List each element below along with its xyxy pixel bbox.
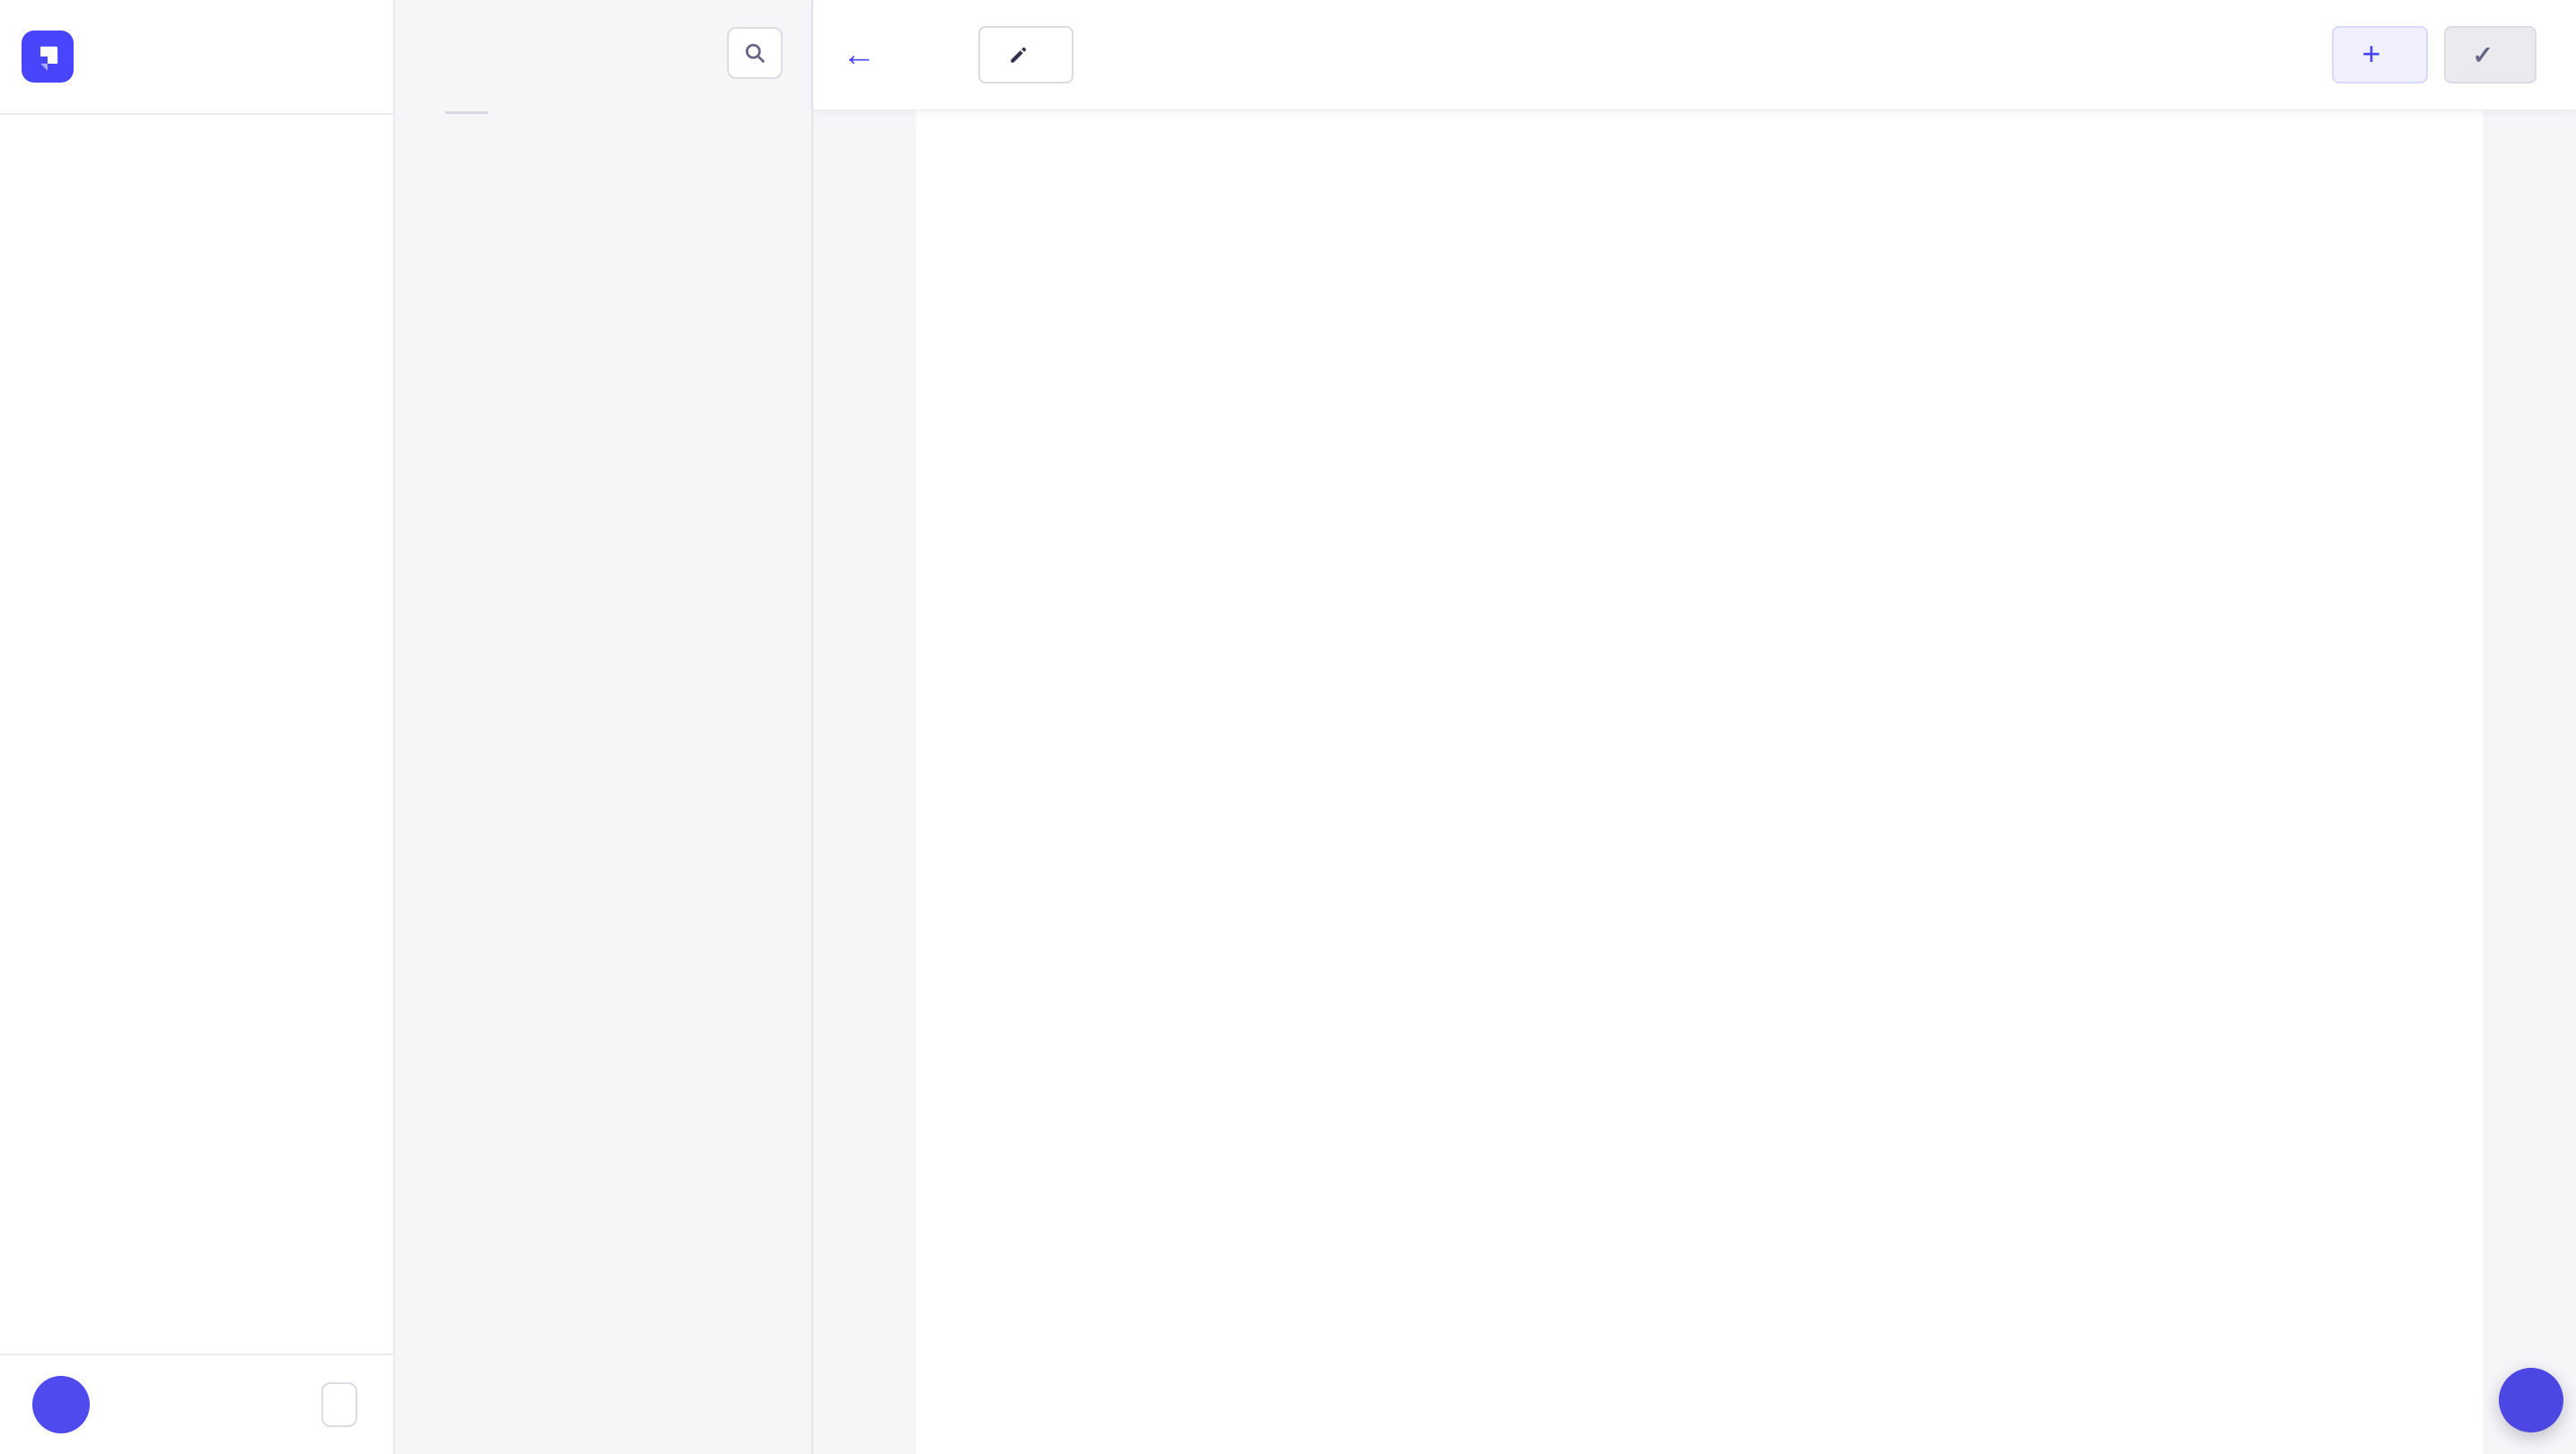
sidebar-footer [0,1353,393,1454]
subnav-head [395,0,811,79]
brand [0,0,393,115]
save-button[interactable]: ✓ [2443,26,2537,83]
main-sidebar [0,0,395,1454]
page-header: ← + ✓ [813,0,2576,110]
app-root: ← + ✓ [0,0,2576,1454]
fields-card [916,110,2483,1454]
edit-button[interactable] [978,26,1073,83]
avatar[interactable] [32,1376,90,1433]
content-area [813,110,2576,1454]
sidebar-nav [0,115,393,138]
search-icon [745,43,765,63]
ctb-subnav [395,0,813,1454]
strapi-logo-icon [22,31,74,83]
main-area: ← + ✓ [813,0,2576,1454]
add-another-field-button[interactable]: + [2331,26,2428,83]
search-button[interactable] [727,27,783,79]
header-actions: + ✓ [2331,26,2537,83]
check-icon: ✓ [2472,40,2493,69]
pencil-icon [1011,47,1027,63]
plus-icon: + [2361,34,2381,72]
back-arrow-icon: ← [842,36,876,74]
back-link[interactable]: ← [842,38,889,72]
help-button[interactable] [2499,1368,2563,1432]
divider [445,111,488,114]
collapse-sidebar-button[interactable] [321,1382,357,1427]
